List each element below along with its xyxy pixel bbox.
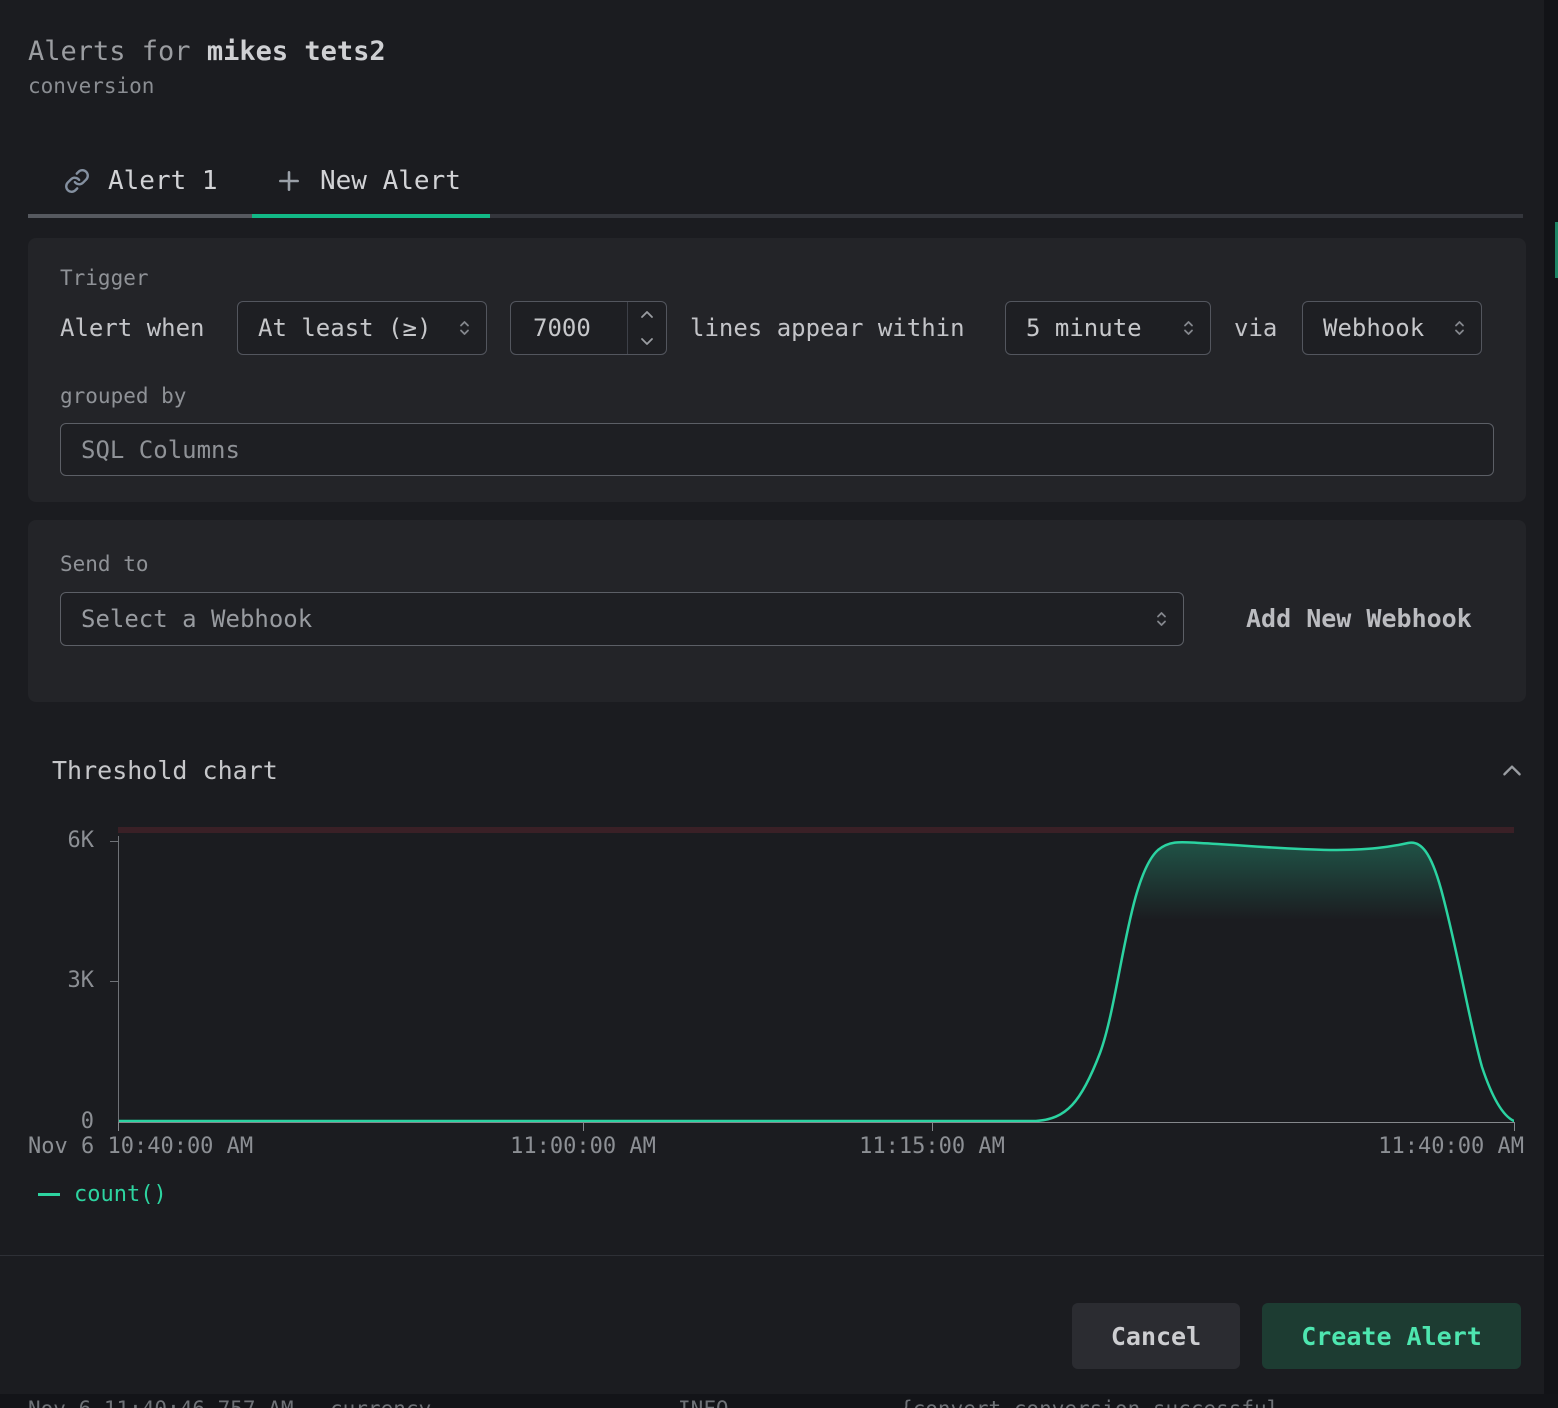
alert-modal: Alerts for mikes tets2 conversion Alert … xyxy=(0,0,1544,1394)
channel-select[interactable]: Webhook xyxy=(1302,301,1482,355)
chevron-updown-icon xyxy=(457,316,472,340)
log-message-fragment: {convert conversion successful xyxy=(900,1397,1279,1408)
threshold-stepper xyxy=(627,302,665,354)
stepper-down-button[interactable] xyxy=(628,328,665,354)
x-axis-label-1040: Nov 6 10:40:00 AM xyxy=(28,1134,253,1159)
comparator-value: At least (≥) xyxy=(258,314,431,342)
page-title: Alerts for mikes tets2 xyxy=(28,36,386,67)
time-window-select[interactable]: 5 minute xyxy=(1005,301,1211,355)
link-icon xyxy=(64,168,90,194)
grouped-by-input[interactable] xyxy=(60,423,1494,476)
threshold-input[interactable] xyxy=(511,302,627,354)
lines-appear-text: lines appear within xyxy=(690,301,965,355)
chart-legend[interactable]: count() xyxy=(38,1182,167,1207)
log-level-fragment: INFO xyxy=(678,1397,729,1408)
plus-icon xyxy=(276,168,302,194)
x-tick xyxy=(932,1122,933,1131)
x-axis-line xyxy=(118,1122,1515,1123)
threshold-band xyxy=(118,827,1514,833)
tab-new-alert-label: New Alert xyxy=(320,166,461,196)
y-axis-label-6k: 6K xyxy=(14,830,94,852)
send-to-label: Send to xyxy=(60,552,149,576)
time-window-value: 5 minute xyxy=(1026,314,1142,342)
tab-alert-1-label: Alert 1 xyxy=(108,166,218,196)
create-alert-button[interactable]: Create Alert xyxy=(1262,1303,1521,1369)
chevron-up-icon xyxy=(1499,758,1525,784)
x-tick xyxy=(118,1122,119,1131)
webhook-select-placeholder: Select a Webhook xyxy=(81,605,312,633)
page-title-prefix: Alerts for xyxy=(28,36,207,67)
add-new-webhook-button[interactable]: Add New Webhook xyxy=(1246,604,1472,633)
y-axis-label-0: 0 xyxy=(14,1111,94,1133)
tab-new-alert[interactable]: New Alert xyxy=(252,148,490,218)
x-tick xyxy=(583,1122,584,1131)
page-title-name: mikes tets2 xyxy=(207,36,386,67)
grouped-by-label: grouped by xyxy=(60,384,186,408)
stepper-up-button[interactable] xyxy=(628,302,665,328)
alert-when-text: Alert when xyxy=(60,301,205,355)
x-tick xyxy=(1514,1122,1515,1131)
clipped-log-row: Nov 6 11:40:46.757 AM currency INFO {con… xyxy=(0,1394,1558,1408)
alert-tabs: Alert 1 New Alert xyxy=(28,148,1523,218)
comparator-select[interactable]: At least (≥) xyxy=(237,301,487,355)
count-series-area xyxy=(118,842,1514,1121)
chevron-updown-icon xyxy=(1154,607,1169,631)
page-subtitle: conversion xyxy=(28,74,154,98)
cancel-button[interactable]: Cancel xyxy=(1072,1303,1240,1369)
via-text: via xyxy=(1234,301,1277,355)
send-to-panel: Send to Select a Webhook Add New Webhook xyxy=(28,520,1526,702)
x-axis-label-1115: 11:15:00 AM xyxy=(859,1134,1005,1159)
collapse-chart-button[interactable] xyxy=(1494,756,1530,788)
channel-value: Webhook xyxy=(1323,314,1424,342)
chevron-updown-icon xyxy=(1181,316,1196,340)
trigger-panel: Trigger Alert when At least (≥) lines ap xyxy=(28,238,1526,502)
threshold-chart-plot xyxy=(118,827,1514,1122)
y-tick xyxy=(110,981,119,982)
x-axis-label-1140: 11:40:00 AM xyxy=(1378,1134,1524,1159)
page-background-right-edge xyxy=(1544,0,1558,1408)
webhook-select[interactable]: Select a Webhook xyxy=(60,592,1184,646)
threshold-chart-title: Threshold chart xyxy=(52,756,278,785)
y-axis-line xyxy=(118,836,119,1122)
log-service-fragment: currency xyxy=(330,1397,431,1408)
tab-alert-1[interactable]: Alert 1 xyxy=(28,148,252,218)
footer-divider xyxy=(0,1255,1544,1256)
legend-label: count() xyxy=(74,1182,167,1207)
log-timestamp-fragment: Nov 6 11:40:46.757 AM xyxy=(28,1397,294,1408)
x-axis-label-1100: 11:00:00 AM xyxy=(510,1134,656,1159)
legend-line-swatch xyxy=(38,1193,60,1196)
trigger-section-label: Trigger xyxy=(60,266,149,290)
chevron-updown-icon xyxy=(1452,316,1467,340)
y-tick xyxy=(110,841,119,842)
threshold-input-group xyxy=(510,301,667,355)
y-axis-label-3k: 3K xyxy=(14,970,94,992)
